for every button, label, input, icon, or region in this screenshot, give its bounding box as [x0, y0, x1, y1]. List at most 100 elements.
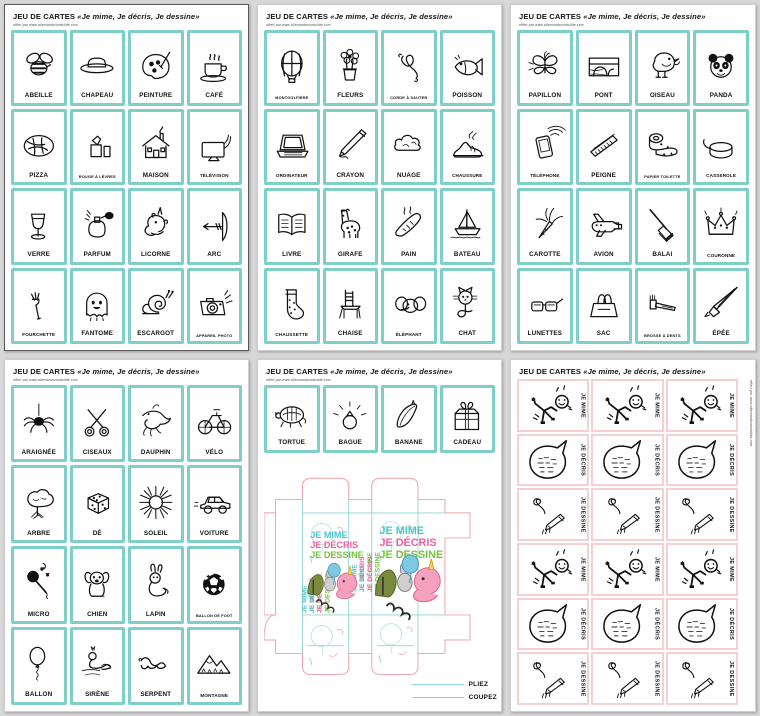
- picture-card[interactable]: BALLON DE FOOT: [186, 546, 242, 625]
- picture-card[interactable]: BAGUE: [322, 384, 378, 453]
- picture-card[interactable]: NUAGE: [381, 108, 437, 186]
- picture-card[interactable]: APPAREIL PHOTO: [186, 267, 242, 344]
- role-card[interactable]: JE MIME: [665, 379, 738, 432]
- picture-card[interactable]: BATEAU: [439, 188, 495, 265]
- pencil-scribble-icon: [595, 655, 648, 702]
- book-icon: [268, 193, 316, 252]
- picture-card[interactable]: FLEURS: [322, 29, 378, 106]
- role-card[interactable]: JE DÉCRIS: [591, 597, 664, 651]
- pencil-scribble-icon: [670, 491, 723, 538]
- role-card[interactable]: JE DESSINE: [591, 652, 664, 705]
- picture-card[interactable]: ARC: [186, 188, 242, 265]
- picture-card[interactable]: CAROTTE: [517, 188, 573, 265]
- picture-card[interactable]: MICRO: [11, 546, 67, 625]
- picture-card[interactable]: PANDA: [693, 29, 749, 106]
- picture-card[interactable]: VÉLO: [186, 384, 242, 463]
- picture-card[interactable]: GIRAFE: [322, 188, 378, 265]
- cloud-icon: [385, 114, 433, 173]
- role-card-label: JE DESSINE: [653, 660, 660, 697]
- picture-card[interactable]: ROUGE À LÈVRES: [69, 108, 125, 186]
- role-card[interactable]: JE MIME: [665, 543, 738, 596]
- role-card[interactable]: JE DESSINE: [665, 652, 738, 705]
- picture-card[interactable]: OISEAU: [634, 29, 691, 106]
- picture-card[interactable]: ÉLÉPHANT: [381, 267, 437, 344]
- picture-card[interactable]: CADEAU: [439, 384, 495, 453]
- picture-card[interactable]: ABEILLE: [11, 29, 67, 106]
- picture-card[interactable]: BROSSE À DENTS: [634, 267, 691, 344]
- role-card[interactable]: JE DESSINE: [591, 488, 664, 541]
- printable-page-6: JEU DE CARTES «Je mime, Je décris, Je de…: [510, 359, 756, 712]
- picture-card[interactable]: ARAIGNÉE: [11, 384, 67, 463]
- snake-icon: [132, 632, 180, 692]
- picture-card[interactable]: CORDE À SAUTER: [381, 29, 437, 106]
- picture-card[interactable]: CRAYON: [322, 108, 378, 186]
- picture-card[interactable]: MAISON: [128, 108, 184, 186]
- picture-card[interactable]: PEIGNE: [575, 108, 632, 186]
- picture-card[interactable]: AVION: [575, 188, 632, 265]
- picture-card[interactable]: TÉLÉVISION: [186, 108, 242, 186]
- picture-card[interactable]: TORTUE: [264, 384, 320, 453]
- role-card[interactable]: JE MIME: [591, 543, 664, 596]
- picture-card[interactable]: CHAISE: [322, 267, 378, 344]
- picture-card[interactable]: BALLON: [11, 627, 67, 705]
- picture-card[interactable]: SOLEIL: [128, 465, 184, 544]
- picture-card[interactable]: BANANE: [381, 384, 437, 453]
- picture-card[interactable]: TÉLÉPHONE: [517, 108, 573, 186]
- role-card[interactable]: JE DÉCRIS: [591, 433, 664, 487]
- picture-card[interactable]: VOITURE: [186, 465, 242, 544]
- picture-card[interactable]: CAFÉ: [186, 29, 242, 106]
- picture-card[interactable]: BALAI: [634, 188, 691, 265]
- picture-card[interactable]: CISEAUX: [69, 384, 125, 463]
- coffee-cup-icon: [191, 35, 239, 94]
- role-card[interactable]: JE MIME: [591, 379, 664, 432]
- role-card[interactable]: JE DÉCRIS: [665, 433, 738, 487]
- picture-card[interactable]: DAUPHIN: [128, 384, 184, 463]
- picture-card[interactable]: PAIN: [381, 188, 437, 265]
- picture-card[interactable]: CHAPEAU: [69, 29, 125, 106]
- picture-card[interactable]: DÉ: [69, 465, 125, 544]
- picture-card[interactable]: LAPIN: [128, 546, 184, 625]
- picture-card[interactable]: PIZZA: [11, 108, 67, 186]
- picture-card[interactable]: CASSEROLE: [693, 108, 749, 186]
- picture-card[interactable]: CHIEN: [69, 546, 125, 625]
- picture-card[interactable]: MONTGOLFIÈRE: [264, 29, 320, 106]
- svg-text:JE DESSINE: JE DESSINE: [310, 550, 363, 560]
- picture-card[interactable]: SERPENT: [128, 627, 184, 705]
- picture-card[interactable]: PARFUM: [69, 188, 125, 265]
- picture-card[interactable]: FANTOME: [69, 267, 125, 344]
- role-card[interactable]: JE DESSINE: [517, 652, 590, 705]
- page-title-quote: «Je mime, Je décris, Je dessine»: [75, 367, 200, 376]
- picture-card[interactable]: CHAUSSETTE: [264, 267, 320, 344]
- picture-card[interactable]: MONTAGNE: [186, 627, 242, 705]
- picture-card[interactable]: SIRÈNE: [69, 627, 125, 705]
- picture-card[interactable]: LUNETTES: [517, 267, 573, 344]
- picture-card[interactable]: PEINTURE: [128, 29, 184, 106]
- picture-card[interactable]: FOURCHETTE: [11, 267, 67, 344]
- picture-card[interactable]: ESCARGOT: [128, 267, 184, 344]
- picture-card[interactable]: PONT: [575, 29, 632, 106]
- picture-card[interactable]: ORDINATEUR: [264, 108, 320, 186]
- picture-card[interactable]: CHAUSSURE: [439, 108, 495, 186]
- role-card[interactable]: JE MIME: [517, 379, 590, 432]
- picture-card[interactable]: LIVRE: [264, 188, 320, 265]
- picture-card[interactable]: ARBRE: [11, 465, 67, 544]
- picture-card[interactable]: LICORNE: [128, 188, 184, 265]
- role-card[interactable]: JE DÉCRIS: [517, 433, 590, 487]
- picture-card[interactable]: COURONNE: [693, 188, 749, 265]
- role-card[interactable]: JE MIME: [517, 543, 590, 596]
- picture-card[interactable]: CHAT: [439, 267, 495, 344]
- picture-card[interactable]: POISSON: [439, 29, 495, 106]
- role-card[interactable]: JE DESSINE: [517, 488, 590, 541]
- picture-card[interactable]: PAPIER TOILETTE: [634, 108, 691, 186]
- role-card[interactable]: JE DÉCRIS: [665, 597, 738, 651]
- picture-card[interactable]: SAC: [575, 267, 632, 344]
- gift-icon: [444, 390, 492, 440]
- role-card[interactable]: JE DÉCRIS: [517, 597, 590, 651]
- role-card[interactable]: JE DESSINE: [665, 488, 738, 541]
- page-subtitle: offert par www.allemandsnordslide.com: [13, 22, 78, 27]
- picture-card[interactable]: PAPILLON: [517, 29, 573, 106]
- picture-card[interactable]: VERRE: [11, 188, 67, 265]
- jump-rope-icon: [385, 35, 433, 96]
- banana-icon: [385, 390, 433, 440]
- picture-card[interactable]: ÉPÉE: [693, 267, 749, 344]
